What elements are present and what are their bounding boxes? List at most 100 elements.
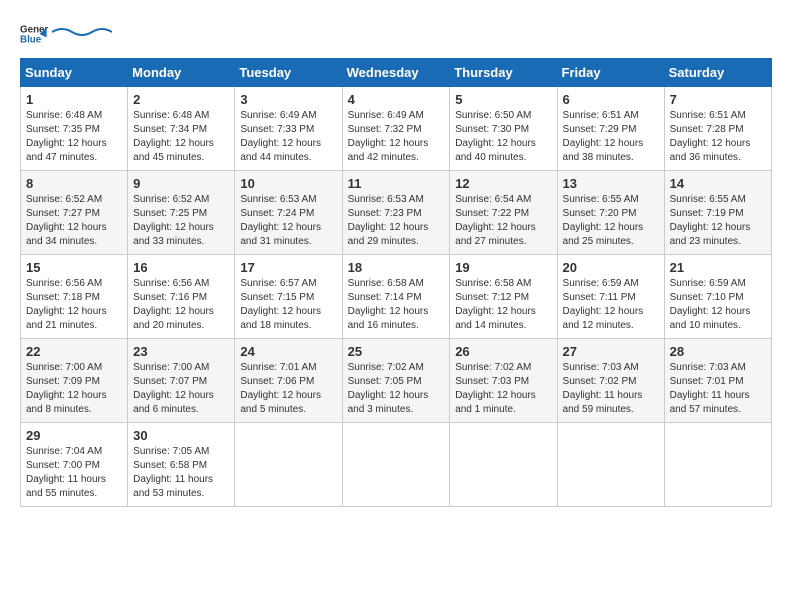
page-header: General Blue — [20, 20, 772, 48]
day-number: 30 — [133, 428, 229, 443]
sunset-label: Sunset: 7:35 PM — [26, 124, 100, 135]
day-of-week-header: Wednesday — [342, 59, 450, 87]
sunset-label: Sunset: 7:12 PM — [455, 292, 529, 303]
day-of-week-header: Monday — [128, 59, 235, 87]
sunset-label: Sunset: 7:00 PM — [26, 460, 100, 471]
day-info: Sunrise: 6:56 AM Sunset: 7:16 PM Dayligh… — [133, 277, 229, 333]
calendar-cell: 9 Sunrise: 6:52 AM Sunset: 7:25 PM Dayli… — [128, 171, 235, 255]
sunset-label: Sunset: 7:14 PM — [348, 292, 422, 303]
day-info: Sunrise: 6:51 AM Sunset: 7:28 PM Dayligh… — [670, 109, 766, 165]
day-number: 26 — [455, 344, 551, 359]
day-info: Sunrise: 6:51 AM Sunset: 7:29 PM Dayligh… — [563, 109, 659, 165]
day-number: 24 — [240, 344, 336, 359]
sunset-label: Sunset: 7:33 PM — [240, 124, 314, 135]
sunrise-label: Sunrise: 7:02 AM — [348, 362, 424, 373]
calendar-cell: 18 Sunrise: 6:58 AM Sunset: 7:14 PM Dayl… — [342, 255, 450, 339]
day-info: Sunrise: 7:03 AM Sunset: 7:02 PM Dayligh… — [563, 361, 659, 417]
calendar-cell: 30 Sunrise: 7:05 AM Sunset: 6:58 PM Dayl… — [128, 423, 235, 507]
calendar-cell: 27 Sunrise: 7:03 AM Sunset: 7:02 PM Dayl… — [557, 339, 664, 423]
sunrise-label: Sunrise: 6:58 AM — [455, 278, 531, 289]
day-info: Sunrise: 6:49 AM Sunset: 7:33 PM Dayligh… — [240, 109, 336, 165]
day-number: 8 — [26, 176, 122, 191]
day-number: 23 — [133, 344, 229, 359]
daylight-label: Daylight: 12 hours and 6 minutes. — [133, 390, 214, 415]
sunset-label: Sunset: 7:15 PM — [240, 292, 314, 303]
daylight-label: Daylight: 12 hours and 21 minutes. — [26, 306, 107, 331]
sunrise-label: Sunrise: 6:51 AM — [670, 110, 746, 121]
sunrise-label: Sunrise: 7:04 AM — [26, 446, 102, 457]
day-number: 16 — [133, 260, 229, 275]
day-info: Sunrise: 6:57 AM Sunset: 7:15 PM Dayligh… — [240, 277, 336, 333]
day-info: Sunrise: 6:58 AM Sunset: 7:14 PM Dayligh… — [348, 277, 445, 333]
sunrise-label: Sunrise: 6:56 AM — [26, 278, 102, 289]
day-info: Sunrise: 6:59 AM Sunset: 7:11 PM Dayligh… — [563, 277, 659, 333]
day-info: Sunrise: 6:53 AM Sunset: 7:23 PM Dayligh… — [348, 193, 445, 249]
day-info: Sunrise: 7:04 AM Sunset: 7:00 PM Dayligh… — [26, 445, 122, 501]
sunset-label: Sunset: 7:01 PM — [670, 376, 744, 387]
calendar-cell — [557, 423, 664, 507]
sunset-label: Sunset: 7:32 PM — [348, 124, 422, 135]
day-number: 18 — [348, 260, 445, 275]
logo: General Blue — [20, 20, 112, 48]
calendar-cell: 23 Sunrise: 7:00 AM Sunset: 7:07 PM Dayl… — [128, 339, 235, 423]
calendar-cell: 14 Sunrise: 6:55 AM Sunset: 7:19 PM Dayl… — [664, 171, 771, 255]
daylight-label: Daylight: 11 hours and 55 minutes. — [26, 474, 106, 499]
day-info: Sunrise: 6:59 AM Sunset: 7:10 PM Dayligh… — [670, 277, 766, 333]
calendar-cell: 4 Sunrise: 6:49 AM Sunset: 7:32 PM Dayli… — [342, 87, 450, 171]
calendar-cell: 16 Sunrise: 6:56 AM Sunset: 7:16 PM Dayl… — [128, 255, 235, 339]
daylight-label: Daylight: 12 hours and 25 minutes. — [563, 222, 644, 247]
day-info: Sunrise: 6:54 AM Sunset: 7:22 PM Dayligh… — [455, 193, 551, 249]
sunset-label: Sunset: 7:27 PM — [26, 208, 100, 219]
sunrise-label: Sunrise: 6:55 AM — [670, 194, 746, 205]
sunrise-label: Sunrise: 6:50 AM — [455, 110, 531, 121]
day-info: Sunrise: 7:01 AM Sunset: 7:06 PM Dayligh… — [240, 361, 336, 417]
daylight-label: Daylight: 12 hours and 10 minutes. — [670, 306, 751, 331]
sunrise-label: Sunrise: 7:03 AM — [563, 362, 639, 373]
day-info: Sunrise: 7:05 AM Sunset: 6:58 PM Dayligh… — [133, 445, 229, 501]
sunrise-label: Sunrise: 6:52 AM — [133, 194, 209, 205]
day-info: Sunrise: 6:55 AM Sunset: 7:19 PM Dayligh… — [670, 193, 766, 249]
calendar-cell: 22 Sunrise: 7:00 AM Sunset: 7:09 PM Dayl… — [21, 339, 128, 423]
daylight-label: Daylight: 12 hours and 16 minutes. — [348, 306, 429, 331]
day-info: Sunrise: 6:50 AM Sunset: 7:30 PM Dayligh… — [455, 109, 551, 165]
daylight-label: Daylight: 12 hours and 20 minutes. — [133, 306, 214, 331]
sunset-label: Sunset: 7:23 PM — [348, 208, 422, 219]
sunrise-label: Sunrise: 6:48 AM — [26, 110, 102, 121]
day-info: Sunrise: 6:49 AM Sunset: 7:32 PM Dayligh… — [348, 109, 445, 165]
calendar-cell: 7 Sunrise: 6:51 AM Sunset: 7:28 PM Dayli… — [664, 87, 771, 171]
calendar-cell: 17 Sunrise: 6:57 AM Sunset: 7:15 PM Dayl… — [235, 255, 342, 339]
sunrise-label: Sunrise: 6:54 AM — [455, 194, 531, 205]
day-of-week-header: Sunday — [21, 59, 128, 87]
sunset-label: Sunset: 7:34 PM — [133, 124, 207, 135]
daylight-label: Daylight: 11 hours and 59 minutes. — [563, 390, 643, 415]
sunrise-label: Sunrise: 7:05 AM — [133, 446, 209, 457]
sunrise-label: Sunrise: 6:59 AM — [563, 278, 639, 289]
daylight-label: Daylight: 12 hours and 29 minutes. — [348, 222, 429, 247]
sunset-label: Sunset: 7:22 PM — [455, 208, 529, 219]
calendar-cell: 5 Sunrise: 6:50 AM Sunset: 7:30 PM Dayli… — [450, 87, 557, 171]
sunrise-label: Sunrise: 6:51 AM — [563, 110, 639, 121]
sunset-label: Sunset: 7:09 PM — [26, 376, 100, 387]
day-info: Sunrise: 6:53 AM Sunset: 7:24 PM Dayligh… — [240, 193, 336, 249]
day-info: Sunrise: 7:03 AM Sunset: 7:01 PM Dayligh… — [670, 361, 766, 417]
sunset-label: Sunset: 7:29 PM — [563, 124, 637, 135]
day-number: 17 — [240, 260, 336, 275]
daylight-label: Daylight: 12 hours and 47 minutes. — [26, 138, 107, 163]
day-number: 12 — [455, 176, 551, 191]
calendar-week-row: 22 Sunrise: 7:00 AM Sunset: 7:09 PM Dayl… — [21, 339, 772, 423]
sunset-label: Sunset: 7:05 PM — [348, 376, 422, 387]
calendar-cell: 25 Sunrise: 7:02 AM Sunset: 7:05 PM Dayl… — [342, 339, 450, 423]
sunset-label: Sunset: 7:25 PM — [133, 208, 207, 219]
sunset-label: Sunset: 7:30 PM — [455, 124, 529, 135]
daylight-label: Daylight: 12 hours and 34 minutes. — [26, 222, 107, 247]
calendar-cell: 8 Sunrise: 6:52 AM Sunset: 7:27 PM Dayli… — [21, 171, 128, 255]
sunrise-label: Sunrise: 7:00 AM — [26, 362, 102, 373]
day-info: Sunrise: 6:55 AM Sunset: 7:20 PM Dayligh… — [563, 193, 659, 249]
day-number: 3 — [240, 92, 336, 107]
daylight-label: Daylight: 12 hours and 3 minutes. — [348, 390, 429, 415]
sunrise-label: Sunrise: 6:53 AM — [348, 194, 424, 205]
day-of-week-header: Friday — [557, 59, 664, 87]
calendar-week-row: 1 Sunrise: 6:48 AM Sunset: 7:35 PM Dayli… — [21, 87, 772, 171]
calendar-table: SundayMondayTuesdayWednesdayThursdayFrid… — [20, 58, 772, 507]
day-number: 27 — [563, 344, 659, 359]
